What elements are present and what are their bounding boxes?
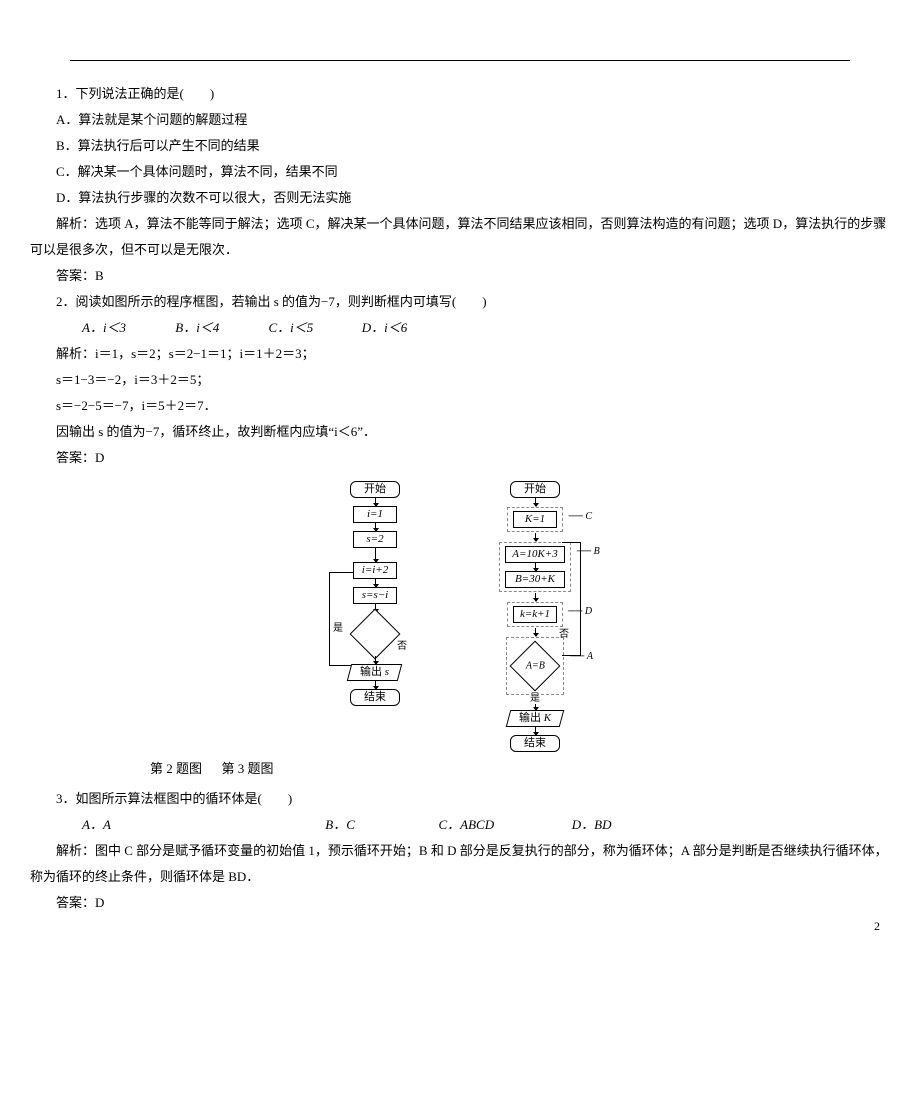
figure-captions: 第 2 题图 第 3 题图	[30, 756, 890, 782]
flowchart-q2: 开始 i=1 s=2 i=i+2 s=s−i 是 否 输出 s 结束	[320, 481, 430, 706]
q3-stem: 3．如图所示算法框图中的循环体是( )	[30, 786, 890, 812]
q2-option-a: A．i＜3	[56, 315, 146, 341]
q1-option-a: A．算法就是某个问题的解题过程	[30, 107, 890, 133]
page-top-rule	[70, 60, 850, 61]
q1-option-b: B．算法执行后可以产生不同的结果	[30, 133, 890, 159]
fc2-end: 结束	[350, 689, 400, 706]
fc3-start: 开始	[510, 481, 560, 498]
q2-options: A．i＜3 B．i＜4 C．i＜5 D．i＜6	[30, 315, 890, 341]
q2-option-b: B．i＜4	[149, 315, 239, 341]
fc3-output: 输出 K	[506, 710, 565, 727]
fc3-kinc: k=k+1	[513, 606, 557, 623]
fc2-ssub: s=s−i	[353, 587, 397, 604]
q3-options: A．A B．C C．ABCD D．BD	[30, 812, 890, 838]
q3-answer: 答案：D	[30, 890, 890, 916]
fc3-decision: A=B	[510, 641, 561, 692]
q2-option-c: C．i＜5	[243, 315, 333, 341]
q2-analysis-4: 因输出 s 的值为−7，循环终止，故判断框内应填“i＜6”．	[30, 419, 890, 445]
q2-analysis-1: 解析：i＝1，s＝2；s＝2−1＝1；i＝1＋2＝3；	[30, 341, 890, 367]
q1-option-c: C．解决某一个具体问题时，算法不同，结果不同	[30, 159, 890, 185]
fc2-start: 开始	[350, 481, 400, 498]
fc3-k1: K=1	[513, 511, 557, 528]
q1-analysis: 解析：选项 A，算法不能等同于解法；选项 C，解决某一个具体问题，算法不同结果应…	[30, 211, 890, 263]
fc3-B: B=30+K	[505, 571, 564, 588]
fc3-A: A=10K+3	[505, 546, 564, 563]
q2-stem: 2．阅读如图所示的程序框图，若输出 s 的值为−7，则判断框内可填写( )	[30, 289, 890, 315]
q2-analysis-2: s＝1−3＝−2，i＝3＋2＝5；	[30, 367, 890, 393]
fc2-iinc: i=i+2	[353, 562, 397, 579]
flowchart-q3: 开始 K=1 ── C A=10K+3 B=30+K ── B k=k+1 ──…	[470, 481, 600, 752]
q3-option-b: B．C	[299, 812, 409, 838]
q1-stem: 1．下列说法正确的是( )	[30, 81, 890, 107]
fig3-caption: 第 3 题图	[222, 761, 274, 776]
q3-analysis: 解析：图中 C 部分是赋予循环变量的初始值 1，预示循环开始；B 和 D 部分是…	[30, 838, 890, 890]
fc2-i1: i=1	[353, 506, 397, 523]
q1-option-d: D．算法执行步骤的次数不可以很大，否则无法实施	[30, 185, 890, 211]
page-number: 2	[874, 914, 880, 938]
q3-option-c: C．ABCD	[413, 812, 543, 838]
fig2-caption: 第 2 题图	[150, 761, 202, 776]
q2-analysis-3: s＝−2−5＝−7，i＝5＋2＝7．	[30, 393, 890, 419]
fc3-end: 结束	[510, 735, 560, 752]
fc2-s2: s=2	[353, 531, 397, 548]
fc2-decision	[350, 609, 401, 660]
q3-option-a: A．A	[56, 812, 296, 838]
figures-row: 开始 i=1 s=2 i=i+2 s=s−i 是 否 输出 s 结束 开始 K=…	[30, 481, 890, 752]
q3-option-d: D．BD	[546, 812, 636, 838]
q1-answer: 答案：B	[30, 263, 890, 289]
q2-answer: 答案：D	[30, 445, 890, 471]
q2-option-d: D．i＜6	[336, 315, 426, 341]
fc2-output: 输出 s	[347, 664, 403, 681]
